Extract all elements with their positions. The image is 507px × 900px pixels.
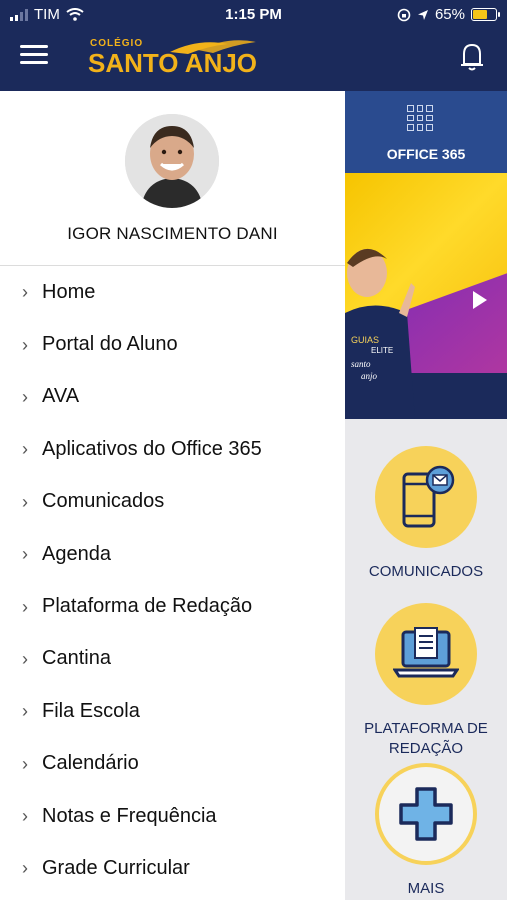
chevron-right-icon: ›: [22, 544, 28, 565]
menu-item-label: Notas e Frequência: [42, 804, 217, 827]
college-logo: COLÉGIO SANTO ANJO: [88, 36, 288, 80]
chevron-right-icon: ›: [22, 439, 28, 460]
menu-item-label: Comunicados: [42, 490, 165, 513]
menu-item-label: Cantina: [42, 647, 111, 670]
menu-item-label: Fila Escola: [42, 699, 140, 722]
menu-item-label: Grade Curricular: [42, 856, 190, 879]
user-name: IGOR NASCIMENTO DANI: [67, 224, 278, 243]
drawer-menu: › Home › Portal do Aluno › AVA › Aplicat…: [0, 266, 345, 895]
redacao-label-line2: REDAÇÃO: [388, 740, 464, 757]
home-content: OFFICE 365 GUIAS ELITE santo anjo COMUNI…: [345, 91, 507, 900]
hamburger-icon[interactable]: [20, 45, 48, 67]
location-icon: [417, 9, 428, 20]
banner-text-4: anjo: [361, 371, 378, 381]
menu-item-label: Agenda: [42, 542, 111, 565]
battery-icon: [471, 8, 500, 21]
menu-item-calendario[interactable]: › Calendário: [0, 738, 345, 790]
redacao-label-line1: PLATAFORMA DE: [364, 720, 488, 737]
chevron-right-icon: ›: [22, 806, 28, 827]
redacao-label: PLATAFORMA DE REDAÇÃO: [345, 719, 507, 759]
office365-label: OFFICE 365: [386, 146, 466, 162]
comunicados-tile[interactable]: COMUNICADOS: [345, 446, 507, 582]
chevron-right-icon: ›: [22, 753, 28, 774]
plataforma-redacao-tile[interactable]: PLATAFORMA DE REDAÇÃO: [345, 603, 507, 759]
menu-item-label: AVA: [42, 385, 80, 408]
chevron-right-icon: ›: [22, 648, 28, 669]
chevron-right-icon: ›: [22, 701, 28, 722]
comunicados-circle: [375, 446, 477, 548]
status-bar: TIM 1:15 PM 65%: [0, 0, 507, 28]
menu-item-grade-curricular[interactable]: › Grade Curricular: [0, 842, 345, 894]
banner-text-2: ELITE: [371, 346, 393, 355]
banner-text-1: GUIAS: [351, 335, 379, 345]
avatar: [125, 114, 219, 208]
menu-item-fila-escola[interactable]: › Fila Escola: [0, 685, 345, 737]
laptop-document-icon: [393, 627, 459, 678]
chevron-right-icon: ›: [22, 491, 28, 512]
menu-item-portal-do-aluno[interactable]: › Portal do Aluno: [0, 318, 345, 370]
chevron-right-icon: ›: [22, 596, 28, 617]
bell-icon[interactable]: [455, 40, 489, 74]
battery-percent: 65%: [434, 6, 465, 23]
user-photo: [125, 114, 219, 208]
menu-item-home[interactable]: › Home: [0, 266, 345, 318]
chevron-right-icon: ›: [22, 858, 28, 879]
menu-item-plataforma-redacao[interactable]: › Plataforma de Redação: [0, 580, 345, 632]
banner-text-3: santo: [351, 359, 371, 369]
play-icon[interactable]: [473, 291, 487, 309]
menu-item-ava[interactable]: › AVA: [0, 371, 345, 423]
menu-item-notas-frequencia[interactable]: › Notas e Frequência: [0, 790, 345, 842]
menu-item-label: Calendário: [42, 752, 139, 775]
wings-icon: [170, 40, 256, 54]
menu-item-agenda[interactable]: › Agenda: [0, 528, 345, 580]
phone-message-icon: [402, 465, 455, 528]
redacao-circle: [375, 603, 477, 705]
menu-item-comunicados[interactable]: › Comunicados: [0, 476, 345, 528]
promo-banner[interactable]: GUIAS ELITE santo anjo: [345, 173, 507, 419]
office365-shortcut[interactable]: OFFICE 365: [345, 91, 507, 173]
app-header: TIM 1:15 PM 65% COLÉGIO SANTO ANJO: [0, 0, 507, 91]
menu-item-label: Portal do Aluno: [42, 333, 178, 356]
comunicados-label: COMUNICADOS: [368, 563, 484, 580]
chevron-right-icon: ›: [22, 386, 28, 407]
orientation-lock-icon: [397, 8, 411, 21]
mais-tile[interactable]: MAIS: [345, 763, 507, 899]
plus-cross-icon: [399, 787, 453, 841]
mais-label: MAIS: [407, 880, 445, 897]
status-right: 65%: [397, 6, 500, 23]
chevron-right-icon: ›: [22, 282, 28, 303]
side-drawer: IGOR NASCIMENTO DANI › Home › Portal do …: [0, 91, 345, 900]
mais-circle: [375, 763, 477, 865]
menu-item-cantina[interactable]: › Cantina: [0, 633, 345, 685]
chevron-right-icon: ›: [22, 334, 28, 355]
menu-item-office-365[interactable]: › Aplicativos do Office 365: [0, 423, 345, 475]
banner-person-image: GUIAS ELITE santo anjo: [345, 248, 415, 419]
menu-item-label: Aplicativos do Office 365: [42, 437, 262, 460]
app-grid-icon: [407, 105, 433, 131]
menu-item-label: Plataforma de Redação: [42, 595, 253, 618]
menu-item-label: Home: [42, 280, 96, 303]
